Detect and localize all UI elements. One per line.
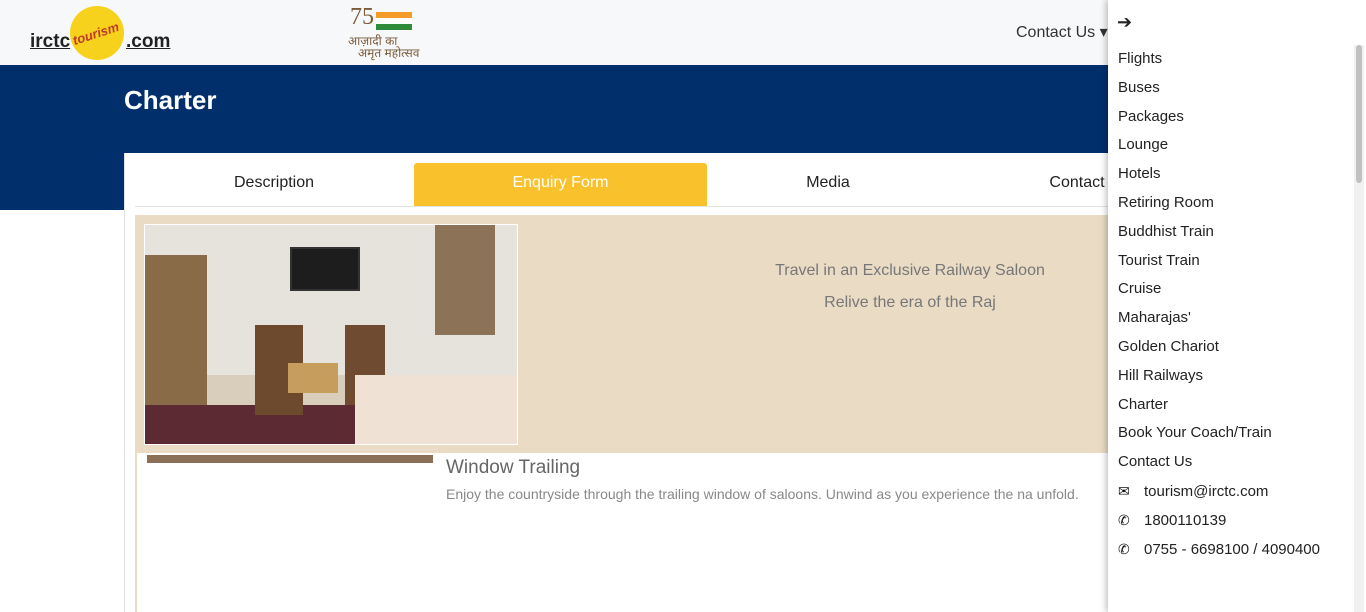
phone-row-2[interactable]: ✆ 0755 - 6698100 / 4090400 [1118,539,1320,568]
phone-row-1[interactable]: ✆ 1800110139 [1118,510,1320,539]
phone-icon: ✆ [1118,541,1130,557]
menu-item-contact-us[interactable]: Contact Us [1118,452,1272,481]
drawer-contact-info: ✉ tourism@irctc.com ✆ 1800110139 ✆ 0755 - 6… [1118,481,1320,568]
menu-item-maharajas[interactable]: Maharajas' [1118,308,1272,337]
menu-item-golden-chariot[interactable]: Golden Chariot [1118,337,1272,366]
menu-item-buddhist-train[interactable]: Buddhist Train [1118,222,1272,251]
menu-item-tourist-train[interactable]: Tourist Train [1118,251,1272,280]
page-overlay[interactable] [0,0,1108,612]
menu-item-book-coach-train[interactable]: Book Your Coach/Train [1118,423,1272,452]
phone-icon: ✆ [1118,512,1130,528]
email-row[interactable]: ✉ tourism@irctc.com [1118,481,1320,510]
envelope-icon: ✉ [1118,483,1130,499]
phone-text-2: 0755 - 6698100 / 4090400 [1144,541,1320,558]
email-text: tourism@irctc.com [1144,483,1269,500]
phone-text-1: 1800110139 [1144,512,1227,529]
menu-item-buses[interactable]: Buses [1118,78,1272,107]
menu-item-retiring-room[interactable]: Retiring Room [1118,193,1272,222]
menu-item-hill-railways[interactable]: Hill Railways [1118,366,1272,395]
menu-item-hotels[interactable]: Hotels [1118,164,1272,193]
menu-item-packages[interactable]: Packages [1118,107,1272,136]
menu-item-cruise[interactable]: Cruise [1118,279,1272,308]
menu-item-flights[interactable]: Flights [1118,49,1272,78]
drawer-scrollbar-thumb[interactable] [1356,45,1362,183]
side-navigation-drawer: ➔ Flights Buses Packages Lounge Hotels R… [1108,0,1366,612]
arrow-right-icon[interactable]: ➔ [1117,12,1132,33]
drawer-menu: Flights Buses Packages Lounge Hotels Ret… [1118,49,1272,481]
menu-item-lounge[interactable]: Lounge [1118,135,1272,164]
menu-item-charter[interactable]: Charter [1118,395,1272,424]
